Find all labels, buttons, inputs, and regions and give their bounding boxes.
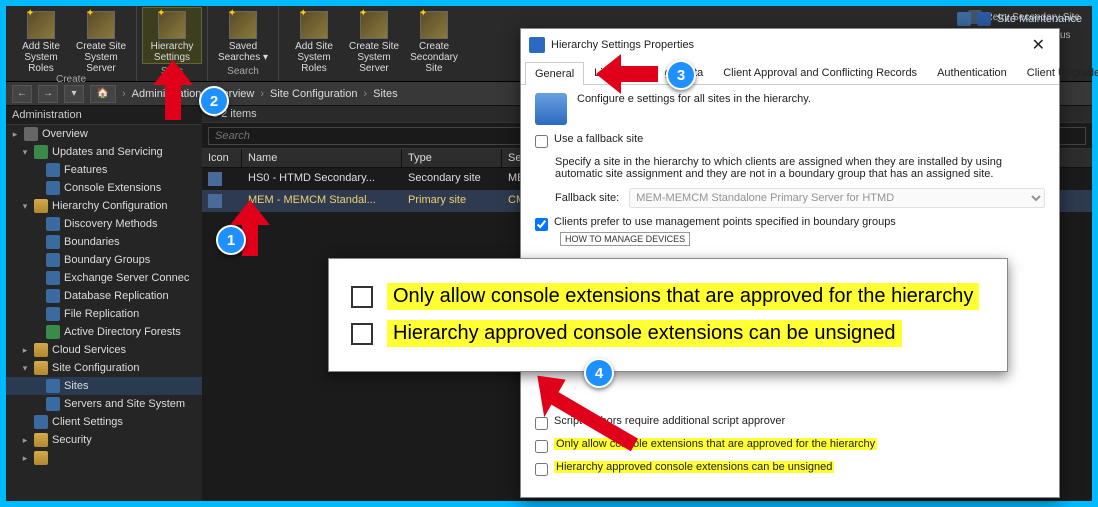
tab[interactable]: Authentication <box>927 61 1017 84</box>
badge-2: 2 <box>199 86 229 116</box>
tree-node[interactable]: Discovery Methods <box>6 215 202 233</box>
intro-icon <box>535 93 567 125</box>
ribbon-create-site-server-2[interactable]: Create SiteSystem Server <box>345 8 403 74</box>
tree-node[interactable]: Features <box>6 161 202 179</box>
fallback-label: Use a fallback site <box>554 133 643 145</box>
ribbon-site-maintenance[interactable]: Site Maintenance <box>997 13 1082 25</box>
ribbon-group-create-label: Create <box>56 74 86 87</box>
fallback-site-select[interactable]: MEM-MEMCM Standalone Primary Server for … <box>629 188 1045 208</box>
tab[interactable]: Client Upgrade <box>1017 61 1098 84</box>
server-icon <box>87 11 115 39</box>
nav-tree: ▸Overview▾Updates and ServicingFeaturesC… <box>6 125 202 501</box>
fallback-checkbox[interactable] <box>535 135 548 148</box>
tree-node[interactable]: Active Directory Forests <box>6 323 202 341</box>
crumb-site-config[interactable]: Site Configuration <box>270 88 357 100</box>
tree-node[interactable]: Sites <box>6 377 202 395</box>
col-icon[interactable]: Icon <box>202 149 242 167</box>
fallback-description: Specify a site in the hierarchy to which… <box>555 156 1045 180</box>
ribbon-group-search-label: Search <box>227 66 259 79</box>
ribbon-add-site-roles-2[interactable]: Add SiteSystem Roles <box>285 8 343 74</box>
col-type[interactable]: Type <box>402 149 502 167</box>
checkbox-icon <box>351 323 373 345</box>
tree-node[interactable]: Console Extensions <box>6 179 202 197</box>
badge-3: 3 <box>666 60 696 90</box>
nav-back[interactable]: ← <box>12 85 32 103</box>
nav-fwd[interactable]: → <box>38 85 58 103</box>
ribbon-add-site-roles[interactable]: Add SiteSystem Roles <box>12 8 70 74</box>
crumb-sites[interactable]: Sites <box>373 88 397 100</box>
tab[interactable]: Client Approval and Conflicting Records <box>713 61 927 84</box>
tree-node[interactable]: ▾Site Configuration <box>6 359 202 377</box>
tree-node[interactable]: ▾Updates and Servicing <box>6 143 202 161</box>
maintenance-icon <box>977 12 991 26</box>
arrow-1 <box>148 60 198 135</box>
mp-label: Clients prefer to use management points … <box>554 216 896 228</box>
big-ext-unsigned: Hierarchy approved console extensions ca… <box>351 320 985 347</box>
dialog-icon <box>529 37 545 53</box>
col-name[interactable]: Name <box>242 149 402 167</box>
tree-node[interactable]: Servers and Site System <box>6 395 202 413</box>
tree-node[interactable]: ▸Security <box>6 431 202 449</box>
mp-checkbox[interactable] <box>535 218 548 231</box>
tree-node[interactable]: Boundaries <box>6 233 202 251</box>
nav-home[interactable]: 🏠 <box>90 85 116 103</box>
tree-node[interactable]: Exchange Server Connec <box>6 269 202 287</box>
big-ext-approved: Only allow console extensions that are a… <box>351 283 985 310</box>
watermark: HOW TO MANAGE DEVICES <box>560 232 690 246</box>
ribbon-create-site-server[interactable]: Create SiteSystem Server <box>72 8 130 74</box>
folder-icon <box>957 12 971 26</box>
tree-node[interactable]: Boundary Groups <box>6 251 202 269</box>
hierarchy-icon <box>158 11 186 39</box>
server-icon <box>420 11 448 39</box>
tree-node[interactable]: Database Replication <box>6 287 202 305</box>
nav-dropdown[interactable]: ▾ <box>64 85 84 103</box>
badge-4: 4 <box>584 358 614 388</box>
tree-node[interactable]: Client Settings <box>6 413 202 431</box>
search-icon <box>229 11 257 39</box>
tree-node[interactable]: ▸ <box>6 449 202 467</box>
ribbon-saved-searches[interactable]: SavedSearches ▾ <box>214 8 272 63</box>
tree-node[interactable]: ▸Cloud Services <box>6 341 202 359</box>
close-button[interactable]: ✕ <box>1026 35 1051 55</box>
tree-node[interactable]: File Replication <box>6 305 202 323</box>
dialog-title: Hierarchy Settings Properties <box>551 39 694 51</box>
server-icon <box>300 11 328 39</box>
ribbon-create-secondary-site[interactable]: CreateSecondary Site <box>405 8 463 74</box>
tab[interactable]: General <box>525 62 584 85</box>
server-icon <box>27 11 55 39</box>
fallback-site-label: Fallback site: <box>555 192 619 204</box>
badge-1: 1 <box>216 225 246 255</box>
ribbon-hierarchy-settings[interactable]: HierarchySettings <box>143 8 201 63</box>
checkbox-icon <box>351 286 373 308</box>
callout-overlay: Only allow console extensions that are a… <box>328 258 1008 372</box>
sidebar: Administration ▸Overview▾Updates and Ser… <box>6 106 202 501</box>
tree-node[interactable]: ▾Hierarchy Configuration <box>6 197 202 215</box>
arrow-3 <box>596 52 666 101</box>
server-icon <box>360 11 388 39</box>
